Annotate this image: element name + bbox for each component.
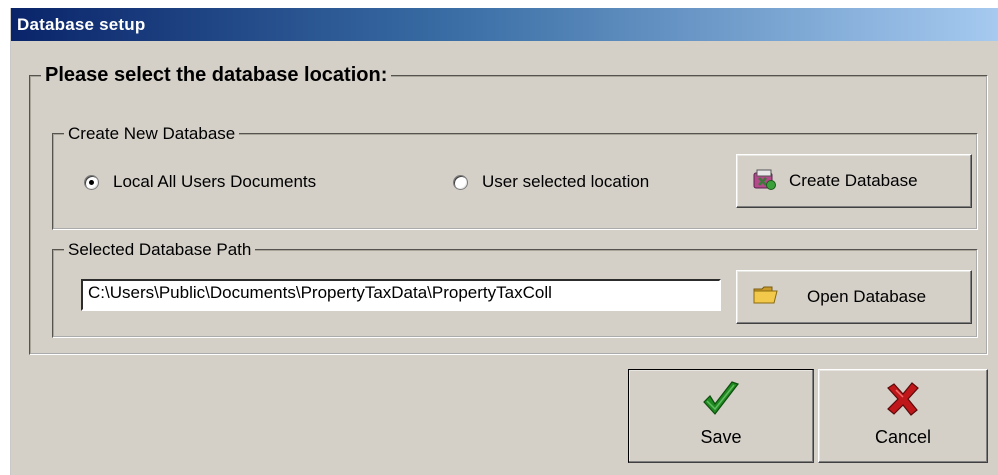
- window-title: Database setup: [17, 15, 146, 34]
- create-new-database-legend: Create New Database: [68, 124, 236, 143]
- save-button[interactable]: Save: [628, 369, 814, 463]
- radio-user-indicator[interactable]: [453, 174, 468, 190]
- selected-database-path-legend: Selected Database Path: [68, 240, 252, 259]
- database-location-heading: Please select the database location:: [45, 64, 388, 86]
- radio-user-selected-location[interactable]: User selected location: [453, 172, 649, 192]
- create-database-label: Create Database: [789, 171, 918, 190]
- create-database-button[interactable]: Create Database: [736, 154, 972, 208]
- title-bar[interactable]: Database setup: [11, 8, 998, 41]
- radio-local-indicator[interactable]: [84, 174, 99, 190]
- open-database-label: Open Database: [807, 287, 927, 306]
- open-database-button[interactable]: Open Database: [736, 270, 972, 324]
- radio-user-label: User selected location: [482, 172, 650, 191]
- database-path-field[interactable]: C:\Users\Public\Documents\PropertyTaxDat…: [81, 279, 721, 311]
- create-database-icon: [751, 167, 777, 196]
- checkmark-icon: [701, 380, 741, 423]
- folder-icon: [753, 285, 779, 310]
- red-x-icon: [884, 380, 922, 423]
- radio-local-all-users[interactable]: Local All Users Documents: [84, 172, 316, 192]
- cancel-label: Cancel: [874, 427, 932, 447]
- cancel-button[interactable]: Cancel: [818, 369, 988, 463]
- save-label: Save: [700, 427, 742, 447]
- radio-local-label: Local All Users Documents: [113, 172, 317, 191]
